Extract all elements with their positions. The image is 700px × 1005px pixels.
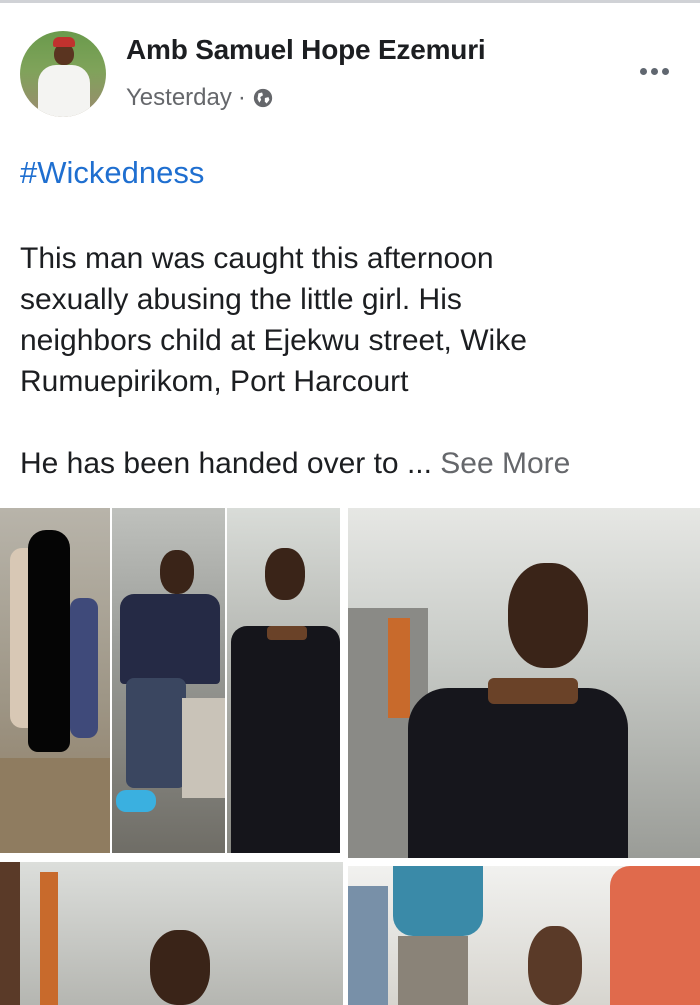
more-options-icon[interactable] — [640, 68, 669, 75]
hashtag-link[interactable]: #Wickedness — [20, 155, 204, 191]
more-dot — [651, 68, 658, 75]
post-photo-5[interactable] — [0, 862, 343, 1005]
post-text-line: neighbors child at Ejekwu street, Wike — [20, 324, 527, 357]
globe-icon[interactable] — [252, 87, 274, 109]
post-photo-2[interactable] — [112, 508, 225, 853]
author-avatar[interactable] — [20, 31, 106, 117]
post-text-line: This man was caught this afternoon — [20, 242, 494, 275]
post-text-last-line: He has been handed over to ... See More — [20, 443, 680, 484]
post-photo-6[interactable] — [348, 866, 700, 1005]
post-photo-4[interactable] — [348, 508, 700, 858]
post-body: This man was caught this afternoon sexua… — [20, 238, 680, 484]
avatar-figure-cap — [53, 37, 75, 47]
avatar-figure-body — [38, 65, 90, 117]
post-text-truncated: He has been handed over to ... — [20, 447, 441, 480]
more-dot — [662, 68, 669, 75]
more-dot — [640, 68, 647, 75]
post-text-line: Rumuepirikom, Port Harcourt — [20, 365, 409, 398]
top-divider — [0, 0, 700, 3]
post-meta: Yesterday · — [126, 84, 274, 112]
post-text-line: sexually abusing the little girl. His — [20, 283, 462, 316]
censor-block — [28, 530, 70, 752]
meta-separator: · — [237, 84, 246, 111]
post-timestamp[interactable]: Yesterday — [126, 84, 232, 112]
post-photo-3[interactable] — [227, 508, 340, 853]
see-more-link[interactable]: See More — [440, 447, 570, 480]
author-name[interactable]: Amb Samuel Hope Ezemuri — [126, 34, 486, 66]
